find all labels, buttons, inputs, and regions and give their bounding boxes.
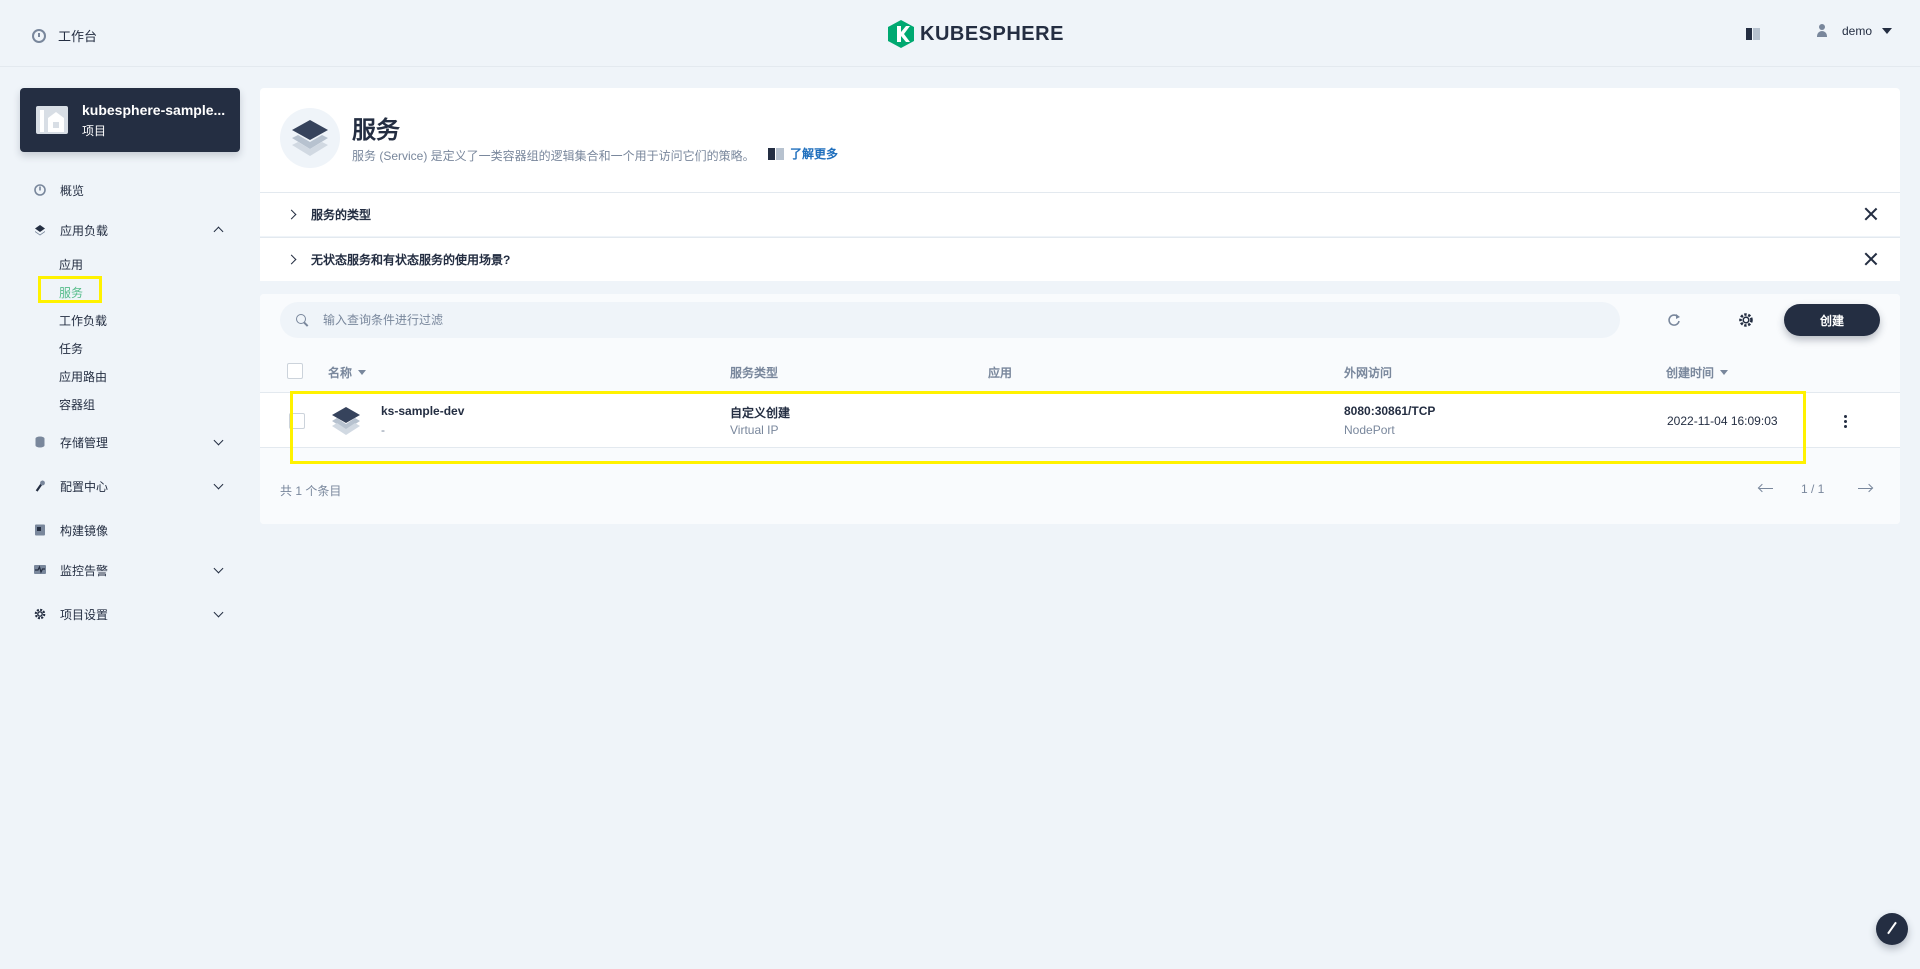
- table-toolbar: 创建: [260, 294, 1900, 350]
- image-build-icon: [34, 524, 46, 536]
- chevron-down-icon: [213, 563, 224, 574]
- column-service-type-label: 服务类型: [730, 366, 779, 380]
- search-bar[interactable]: [280, 302, 1620, 338]
- column-created[interactable]: 创建时间: [1666, 364, 1729, 381]
- column-app-label: 应用: [988, 366, 1013, 380]
- sub-item-routes[interactable]: 应用路由: [59, 368, 107, 385]
- prev-page-icon[interactable]: [1759, 484, 1775, 494]
- sub-item-pods[interactable]: 容器组: [59, 396, 95, 413]
- nav-item-monitoring[interactable]: 监控告警: [20, 558, 240, 582]
- column-app: 应用: [988, 364, 1012, 381]
- nav-item-build-image[interactable]: 构建镜像: [20, 518, 240, 542]
- close-icon[interactable]: [1864, 207, 1878, 221]
- refresh-icon[interactable]: [1666, 312, 1682, 328]
- nav-label-storage: 存储管理: [60, 435, 109, 450]
- page-description: 服务 (Service) 是定义了一类容器组的逻辑集合和一个用于访问它们的策略。: [352, 149, 755, 163]
- project-icon: [36, 106, 68, 134]
- username: demo: [1842, 24, 1873, 38]
- nav-label-settings: 项目设置: [60, 607, 109, 622]
- table-header: 名称 服务类型 应用 外网访问 创建时间: [260, 350, 1900, 392]
- nav-label-workloads: 应用负载: [60, 223, 109, 238]
- close-icon[interactable]: [1864, 252, 1878, 266]
- page-indicator: 1 / 1: [1801, 482, 1825, 496]
- nav-label-monitoring: 监控告警: [60, 563, 109, 578]
- sub-item-workloads[interactable]: 工作负载: [59, 312, 107, 329]
- highlight-services-nav: [38, 276, 102, 303]
- total-count: 共 1 个条目: [280, 484, 342, 498]
- nav-item-workloads[interactable]: 应用负载: [20, 218, 240, 242]
- nav-label-overview: 概览: [60, 183, 85, 198]
- select-all-checkbox[interactable]: [287, 363, 303, 379]
- tip-stateless-stateful[interactable]: 无状态服务和有状态服务的使用场景?: [260, 237, 1900, 281]
- nav-item-settings[interactable]: 项目设置: [20, 602, 240, 626]
- learn-more-link[interactable]: 了解更多: [768, 145, 838, 162]
- column-service-type: 服务类型: [730, 364, 778, 381]
- column-external-access: 外网访问: [1344, 364, 1392, 381]
- database-icon: [34, 436, 46, 448]
- sort-icon: [358, 370, 367, 375]
- page-title: 服务: [352, 117, 400, 144]
- tip-service-types[interactable]: 服务的类型: [260, 192, 1900, 236]
- chevron-right-icon: [286, 254, 297, 265]
- kubesphere-logo-icon: [888, 20, 914, 48]
- tip-label: 服务的类型: [311, 208, 372, 222]
- project-type: 项目: [82, 123, 107, 138]
- dashboard-icon: [32, 28, 46, 43]
- project-selector[interactable]: kubesphere-sample... 项目: [20, 88, 240, 152]
- nav-item-overview[interactable]: 概览: [20, 178, 240, 202]
- documentation-icon[interactable]: [1746, 28, 1760, 40]
- workbench-link[interactable]: 工作台: [32, 26, 97, 45]
- chevron-down-icon: [213, 479, 224, 490]
- top-bar: 工作台 KUBESPHERE demo: [0, 0, 1920, 67]
- next-page-icon[interactable]: [1858, 484, 1874, 494]
- nav-item-storage[interactable]: 存储管理: [20, 430, 240, 454]
- wrench-icon: [34, 480, 46, 492]
- project-name: kubesphere-sample...: [82, 101, 226, 118]
- sub-item-jobs[interactable]: 任务: [59, 340, 83, 357]
- chevron-right-icon: [286, 209, 297, 220]
- overview-icon: [34, 184, 46, 196]
- nav-item-config[interactable]: 配置中心: [20, 474, 240, 498]
- workbench-label: 工作台: [58, 29, 98, 44]
- column-external-label: 外网访问: [1344, 366, 1393, 380]
- column-created-label: 创建时间: [1666, 366, 1715, 380]
- gear-icon: [34, 608, 46, 620]
- page-header: 服务 服务 (Service) 是定义了一类容器组的逻辑集合和一个用于访问它们的…: [260, 88, 1900, 192]
- layers-icon: [34, 224, 46, 236]
- more-actions-icon[interactable]: [1844, 415, 1848, 429]
- chevron-down-icon: [213, 607, 224, 618]
- create-button[interactable]: 创建: [1784, 304, 1880, 336]
- tip-label: 无状态服务和有状态服务的使用场景?: [311, 253, 511, 267]
- kubesphere-logo[interactable]: KUBESPHERE: [888, 20, 1064, 48]
- logo-text: KUBESPHERE: [920, 22, 1064, 45]
- chevron-down-icon: [1882, 28, 1893, 34]
- nav-label-config: 配置中心: [60, 479, 109, 494]
- highlight-table-row: [290, 391, 1806, 464]
- search-icon: [296, 313, 309, 327]
- sort-icon: [1720, 370, 1729, 375]
- user-icon: [1816, 24, 1828, 38]
- monitor-icon: [34, 564, 46, 576]
- chevron-up-icon: [213, 226, 224, 237]
- chevron-down-icon: [213, 435, 224, 446]
- learn-more-label: 了解更多: [790, 147, 839, 161]
- user-menu[interactable]: demo: [1816, 24, 1902, 38]
- column-name-label: 名称: [328, 366, 353, 380]
- toolbox-button[interactable]: [1876, 913, 1908, 945]
- search-input[interactable]: [323, 313, 1523, 327]
- book-icon: [768, 147, 784, 160]
- service-icon: [280, 108, 340, 168]
- nav-label-build-image: 构建镜像: [60, 523, 109, 538]
- sub-item-apps[interactable]: 应用: [59, 256, 83, 273]
- gear-icon[interactable]: [1738, 312, 1754, 328]
- column-name[interactable]: 名称: [328, 364, 367, 381]
